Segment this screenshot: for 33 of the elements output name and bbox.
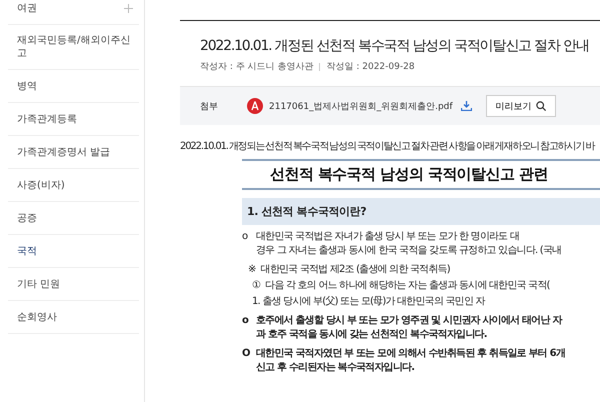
sidebar-item[interactable]: 가족관계증명서 발급 <box>8 136 139 169</box>
sidebar-item[interactable]: 기타 민원 <box>8 268 139 301</box>
bullet-marker: O <box>242 347 251 361</box>
sidebar-item[interactable]: 순회영사 <box>8 301 139 334</box>
sidebar-item[interactable]: 병역 <box>8 70 139 103</box>
sidebar-item[interactable]: 사증(비자) <box>8 169 139 202</box>
search-icon <box>536 101 546 111</box>
attachment-label: 첨부 <box>200 100 219 112</box>
bullet-marker: o <box>242 230 248 244</box>
paragraph-text: 1. 출생 당시에 부(父) 또는 모(母)가 대한민국의 국민인 자 <box>252 295 485 309</box>
paragraph-text: 대한민국 국적법 제2조 (출생에 의한 국적취득) <box>260 263 450 277</box>
document-heading: 선천적 복수국적 남성의 국적이탈신고 관련 <box>242 159 600 190</box>
bullet-marker: o <box>242 314 250 328</box>
sidebar-item[interactable]: 국적 <box>8 235 139 268</box>
paragraph-text: 호주에서 출생할 당시 부 또는 모가 영주권 및 시민권자 사이에서 태어난 자 과 호주 국적을 동시에 갖는 선천적인 복수국적자입니다. <box>256 314 562 342</box>
sidebar-item[interactable]: 재외국민등록/해외이주신고 <box>8 25 139 70</box>
bullet-marker: ※ <box>248 263 256 277</box>
attachment-link[interactable]: 2117061_법제사법위원회_위원회제출안.pdf <box>269 100 453 112</box>
download-icon[interactable] <box>460 101 472 111</box>
sidebar-item[interactable]: 공증 <box>8 202 139 235</box>
sidebar-item[interactable]: 가족관계등록 <box>8 103 139 136</box>
paragraph-text: 다음 각 호의 어느 하나에 해당하는 자는 출생과 동시에 대한민국 국적( <box>265 279 550 293</box>
pdf-icon <box>247 98 263 114</box>
paragraph-text: 대한민국 국적자였던 부 또는 모에 의해서 수반취득된 후 취득일로 부터 6개 신고 후 수리된자는 복수국적자입니다. <box>256 347 565 375</box>
sidebar-item[interactable]: 여권 <box>8 0 139 25</box>
bullet-marker: ① <box>252 279 260 293</box>
section-heading: 1. 선천적 복수국적이란? <box>242 198 600 225</box>
author-text: 작성자 : 주 시드니 총영사관 <box>200 61 314 73</box>
intro-text: 2022.10.01. 개정되는 선천적 복수국적 남성의 국적이탈신고 절차 관련 사항을 아래 게재하오니 참고하시기 바 <box>180 140 596 153</box>
preview-button[interactable]: 미리보기 <box>486 95 556 117</box>
post-title: 2022.10.01. 개정된 선천적 복수국적 남성의 국적이탈신고 절차 안내 <box>200 37 590 55</box>
paragraph-text: 대한민국 국적법은 자녀가 출생 당시 부 또는 모가 한 명이라도 대 경우 그 자녀는 출생과 동시에 한국 국적을 갖도록 규정하고 있습니다. (국내 <box>256 230 562 258</box>
date-text: 작성일 : 2022-09-28 <box>326 61 415 73</box>
